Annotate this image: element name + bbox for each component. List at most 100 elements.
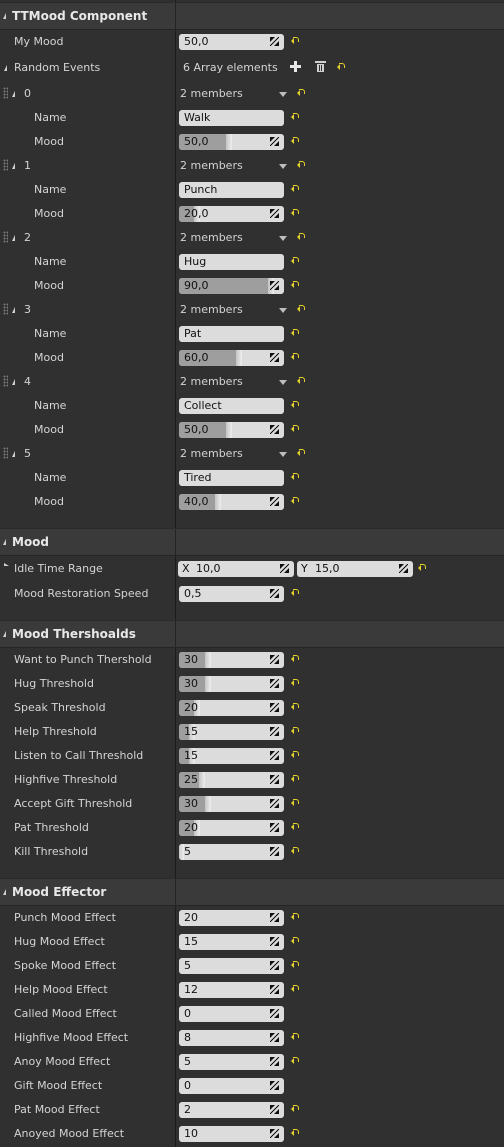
category-mood-thresholds[interactable]: Mood Thershoalds — [0, 620, 504, 649]
reset-to-default-icon[interactable] — [291, 822, 299, 831]
event-mood-slider[interactable]: 20,0 — [179, 206, 284, 222]
threshold-slider[interactable]: 15 — [179, 748, 284, 764]
reset-to-default-icon[interactable] — [291, 400, 299, 409]
reset-to-default-icon[interactable] — [291, 912, 299, 921]
reset-to-default-icon[interactable] — [291, 112, 299, 121]
reset-to-default-icon[interactable] — [291, 352, 299, 361]
reset-to-default-icon[interactable] — [291, 136, 299, 145]
reset-to-default-icon[interactable] — [291, 184, 299, 193]
chevron-down-icon[interactable] — [279, 380, 287, 385]
drag-handle-icon[interactable] — [3, 87, 8, 99]
effector-field[interactable]: 8 — [179, 1030, 284, 1046]
expand-arrow-icon[interactable] — [4, 65, 7, 71]
threshold-slider[interactable]: 25 — [179, 772, 284, 788]
collapse-arrow-icon[interactable] — [3, 13, 6, 19]
add-element-icon[interactable] — [290, 61, 301, 72]
reset-to-default-icon[interactable] — [291, 208, 299, 217]
reset-to-default-icon[interactable] — [291, 1056, 299, 1065]
effector-field[interactable]: 5 — [179, 1054, 284, 1070]
chevron-down-icon[interactable] — [279, 236, 287, 241]
effector-field[interactable]: 10 — [179, 1126, 284, 1142]
event-name-input[interactable]: Tired — [179, 470, 284, 486]
drag-handle-icon[interactable] — [3, 447, 8, 459]
reset-to-default-icon[interactable] — [291, 654, 299, 663]
event-mood-slider[interactable]: 40,0 — [179, 494, 284, 510]
drag-handle-icon[interactable] — [3, 159, 8, 171]
reset-to-default-icon[interactable] — [291, 726, 299, 735]
effector-field[interactable]: 5 — [179, 958, 284, 974]
threshold-slider[interactable]: 30 — [179, 652, 284, 668]
event-mood-slider[interactable]: 50,0 — [179, 134, 284, 150]
effector-field[interactable]: 0 — [179, 1078, 284, 1094]
event-mood-slider[interactable]: 60,0 — [179, 350, 284, 366]
reset-to-default-icon[interactable] — [291, 846, 299, 855]
idle-time-x-field[interactable]: X 10,0 — [178, 561, 294, 577]
reset-to-default-icon[interactable] — [291, 1128, 299, 1137]
chevron-down-icon[interactable] — [279, 164, 287, 169]
effector-field[interactable]: 2 — [179, 1102, 284, 1118]
event-name-input[interactable]: Punch — [179, 182, 284, 198]
reset-to-default-icon[interactable] — [291, 1032, 299, 1041]
reset-to-default-icon[interactable] — [297, 160, 305, 169]
expand-right-icon[interactable] — [4, 563, 9, 566]
event-name-input[interactable]: Pat — [179, 326, 284, 342]
reset-to-default-icon[interactable] — [291, 678, 299, 687]
expand-arrow-icon[interactable] — [12, 235, 15, 241]
event-mood-slider[interactable]: 90,0 — [179, 278, 284, 294]
reset-to-default-icon[interactable] — [291, 702, 299, 711]
reset-to-default-icon[interactable] — [297, 448, 305, 457]
threshold-slider[interactable]: 20 — [179, 820, 284, 836]
reset-to-default-icon[interactable] — [291, 36, 299, 45]
collapse-arrow-icon[interactable] — [3, 631, 6, 637]
idle-time-y-field[interactable]: Y 15,0 — [297, 561, 413, 577]
drag-handle-icon[interactable] — [3, 231, 8, 243]
effector-field[interactable]: 15 — [179, 934, 284, 950]
mood-restoration-speed-field[interactable]: 0,5 — [179, 586, 284, 602]
expand-arrow-icon[interactable] — [12, 163, 15, 169]
effector-field[interactable]: 12 — [179, 982, 284, 998]
reset-to-default-icon[interactable] — [291, 984, 299, 993]
reset-to-default-icon[interactable] — [291, 424, 299, 433]
chevron-down-icon[interactable] — [279, 452, 287, 457]
drag-handle-icon[interactable] — [3, 303, 8, 315]
reset-to-default-icon[interactable] — [297, 232, 305, 241]
threshold-slider[interactable]: 15 — [179, 724, 284, 740]
my-mood-slider[interactable]: 50,0 — [179, 34, 284, 50]
reset-to-default-icon[interactable] — [291, 960, 299, 969]
chevron-down-icon[interactable] — [279, 92, 287, 97]
expand-arrow-icon[interactable] — [12, 451, 15, 457]
expand-arrow-icon[interactable] — [12, 379, 15, 385]
reset-to-default-icon[interactable] — [297, 304, 305, 313]
event-name-input[interactable]: Collect — [179, 398, 284, 414]
reset-to-default-icon[interactable] — [297, 376, 305, 385]
category-ttmood-component[interactable]: TTMood Component — [0, 2, 504, 31]
reset-to-default-icon[interactable] — [291, 472, 299, 481]
reset-to-default-icon[interactable] — [291, 328, 299, 337]
reset-to-default-icon[interactable] — [418, 563, 426, 572]
effector-field[interactable]: 20 — [179, 910, 284, 926]
reset-to-default-icon[interactable] — [291, 496, 299, 505]
collapse-arrow-icon[interactable] — [3, 539, 6, 545]
threshold-slider[interactable]: 20 — [179, 700, 284, 716]
reset-to-default-icon[interactable] — [291, 256, 299, 265]
category-mood[interactable]: Mood — [0, 528, 504, 557]
reset-to-default-icon[interactable] — [291, 280, 299, 289]
trash-icon[interactable] — [315, 61, 326, 72]
reset-to-default-icon[interactable] — [297, 88, 305, 97]
event-name-input[interactable]: Walk — [179, 110, 284, 126]
expand-arrow-icon[interactable] — [12, 91, 15, 97]
category-mood-effector[interactable]: Mood Effector — [0, 878, 504, 907]
reset-to-default-icon[interactable] — [291, 1104, 299, 1113]
event-mood-slider[interactable]: 50,0 — [179, 422, 284, 438]
reset-to-default-icon[interactable] — [291, 936, 299, 945]
expand-arrow-icon[interactable] — [12, 307, 15, 313]
reset-to-default-icon[interactable] — [291, 588, 299, 597]
chevron-down-icon[interactable] — [279, 308, 287, 313]
reset-to-default-icon[interactable] — [291, 774, 299, 783]
drag-handle-icon[interactable] — [3, 375, 8, 387]
reset-to-default-icon[interactable] — [337, 62, 345, 71]
event-name-input[interactable]: Hug — [179, 254, 284, 270]
threshold-slider[interactable]: 30 — [179, 796, 284, 812]
collapse-arrow-icon[interactable] — [3, 889, 6, 895]
reset-to-default-icon[interactable] — [291, 798, 299, 807]
